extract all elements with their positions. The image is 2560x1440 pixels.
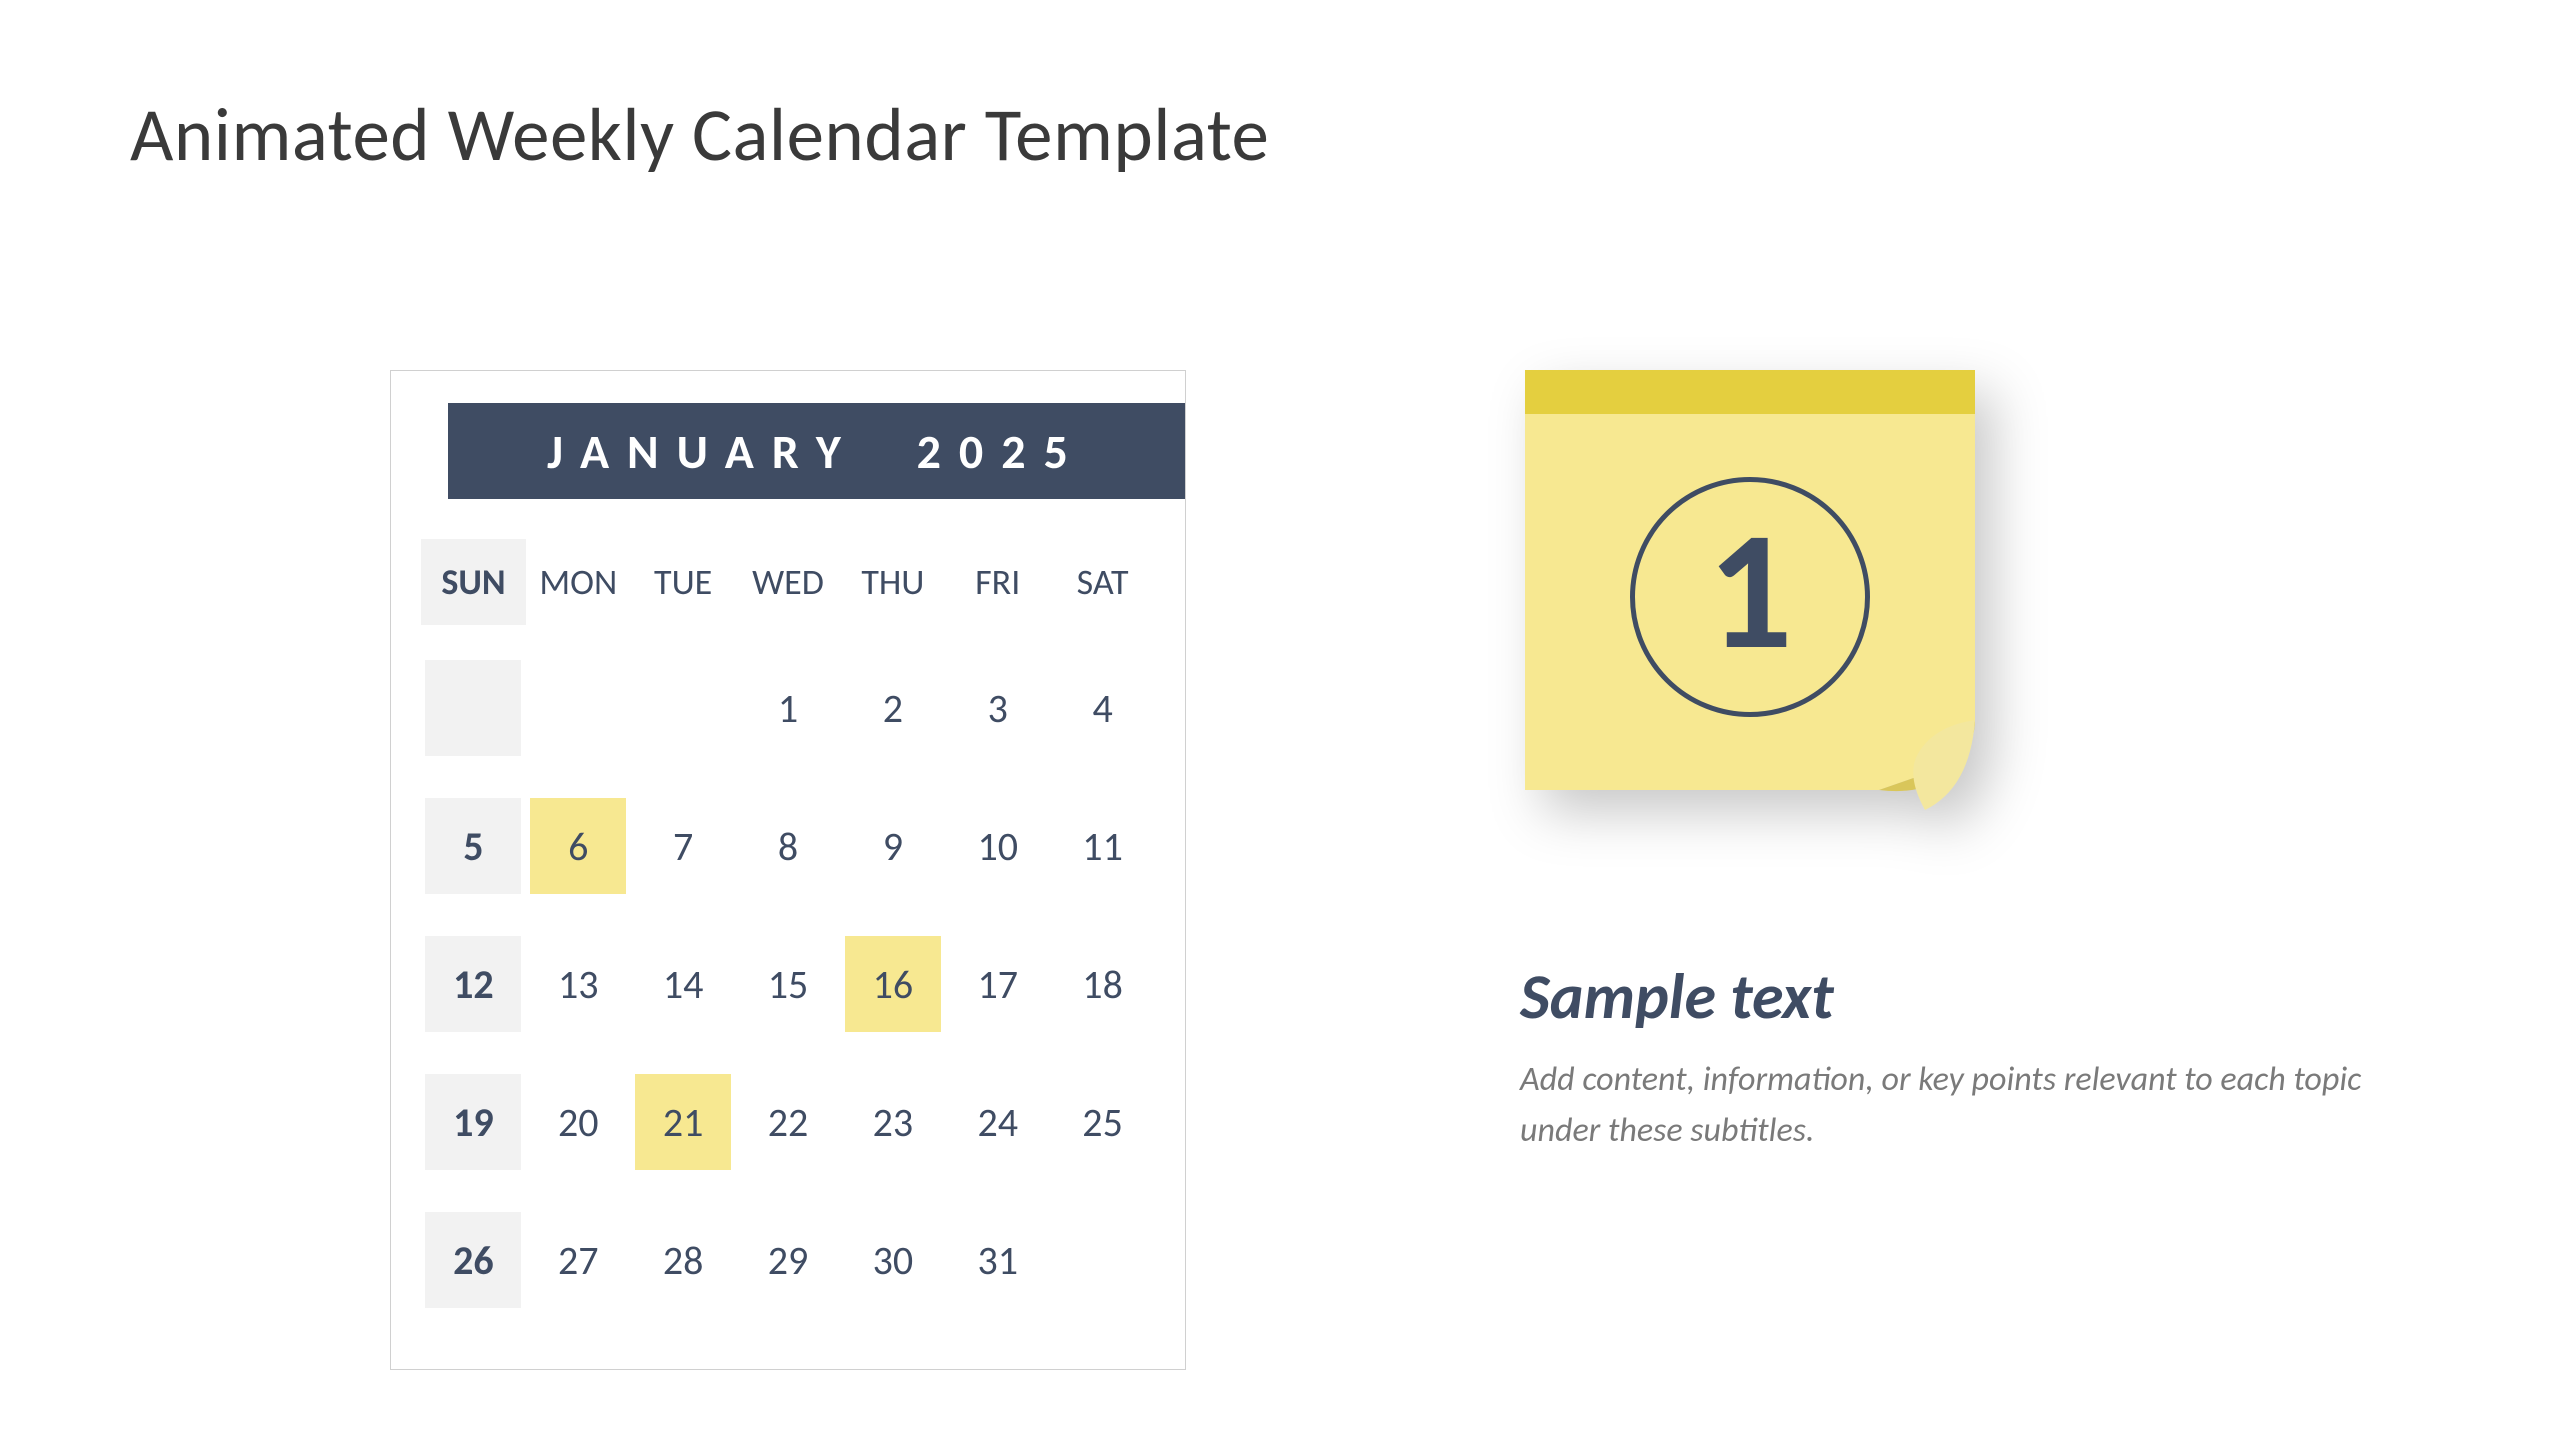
day-number: 30 xyxy=(845,1212,941,1308)
dow-wed: WED xyxy=(736,539,841,625)
day-cell: 11 xyxy=(1050,798,1155,894)
day-cell: 17 xyxy=(945,936,1050,1032)
day-number xyxy=(425,660,521,756)
calendar-week-row: 12 13 14 15 16 17 18 xyxy=(421,915,1155,1053)
day-number: 13 xyxy=(530,936,626,1032)
day-cell xyxy=(1050,1212,1155,1308)
day-cell-highlighted: 21 xyxy=(631,1074,736,1170)
day-number: 6 xyxy=(530,798,626,894)
day-number xyxy=(1055,1212,1151,1308)
sticky-description: Add content, information, or key points … xyxy=(1520,1054,2420,1156)
calendar-card: JANUARY 2025 SUN MON TUE WED THU FRI SAT xyxy=(390,370,1186,1370)
day-cell xyxy=(631,660,736,756)
day-number: 25 xyxy=(1055,1074,1151,1170)
day-number: 11 xyxy=(1055,798,1151,894)
dow-mon: MON xyxy=(526,539,631,625)
day-cell: 31 xyxy=(945,1212,1050,1308)
day-cell: 26 xyxy=(421,1212,526,1308)
calendar-week-row: 5 6 7 8 9 10 11 xyxy=(421,777,1155,915)
day-number: 10 xyxy=(950,798,1046,894)
day-cell: 9 xyxy=(840,798,945,894)
slide-title: Animated Weekly Calendar Template xyxy=(130,90,1269,181)
calendar-year: 2025 xyxy=(917,422,1086,481)
sticky-heading: Sample text xyxy=(1520,958,1834,1036)
day-cell: 18 xyxy=(1050,936,1155,1032)
calendar-month-name: JANUARY xyxy=(547,422,859,481)
day-number: 31 xyxy=(950,1212,1046,1308)
day-cell: 8 xyxy=(736,798,841,894)
day-number: 17 xyxy=(950,936,1046,1032)
day-number xyxy=(530,660,626,756)
day-cell: 25 xyxy=(1050,1074,1155,1170)
day-cell: 20 xyxy=(526,1074,631,1170)
calendar-month-banner: JANUARY 2025 xyxy=(448,403,1185,499)
day-cell: 10 xyxy=(945,798,1050,894)
day-number: 16 xyxy=(845,936,941,1032)
day-number: 14 xyxy=(635,936,731,1032)
calendar-dow-row: SUN MON TUE WED THU FRI SAT xyxy=(421,539,1155,625)
calendar-week-row: 26 27 28 29 30 31 xyxy=(421,1191,1155,1329)
sticky-note-icon xyxy=(1525,370,1975,830)
dow-thu: THU xyxy=(840,539,945,625)
day-number: 28 xyxy=(635,1212,731,1308)
day-number: 8 xyxy=(740,798,836,894)
calendar-month-label: JANUARY 2025 xyxy=(547,422,1086,481)
day-cell: 1 xyxy=(736,660,841,756)
day-number: 15 xyxy=(740,936,836,1032)
day-cell: 30 xyxy=(840,1212,945,1308)
day-cell: 2 xyxy=(840,660,945,756)
day-cell: 24 xyxy=(945,1074,1050,1170)
day-number: 19 xyxy=(425,1074,521,1170)
day-number: 3 xyxy=(950,660,1046,756)
day-number: 9 xyxy=(845,798,941,894)
day-cell: 4 xyxy=(1050,660,1155,756)
day-number: 4 xyxy=(1055,660,1151,756)
day-cell: 27 xyxy=(526,1212,631,1308)
calendar-week-row: 19 20 21 22 23 24 25 xyxy=(421,1053,1155,1191)
day-cell: 12 xyxy=(421,936,526,1032)
day-cell: 28 xyxy=(631,1212,736,1308)
day-cell: 23 xyxy=(840,1074,945,1170)
dow-sat: SAT xyxy=(1050,539,1155,625)
day-cell: 3 xyxy=(945,660,1050,756)
day-cell: 13 xyxy=(526,936,631,1032)
dow-sun: SUN xyxy=(421,539,526,625)
day-cell-highlighted: 6 xyxy=(526,798,631,894)
day-cell: 7 xyxy=(631,798,736,894)
day-cell: 22 xyxy=(736,1074,841,1170)
day-number: 29 xyxy=(740,1212,836,1308)
day-number: 26 xyxy=(425,1212,521,1308)
day-cell-highlighted: 16 xyxy=(840,936,945,1032)
dow-tue: TUE xyxy=(631,539,736,625)
day-number: 12 xyxy=(425,936,521,1032)
day-number: 27 xyxy=(530,1212,626,1308)
day-number: 21 xyxy=(635,1074,731,1170)
day-number xyxy=(635,660,731,756)
day-cell: 5 xyxy=(421,798,526,894)
day-number: 7 xyxy=(635,798,731,894)
day-cell: 19 xyxy=(421,1074,526,1170)
day-cell: 14 xyxy=(631,936,736,1032)
day-number: 24 xyxy=(950,1074,1046,1170)
dow-fri: FRI xyxy=(945,539,1050,625)
day-cell: 15 xyxy=(736,936,841,1032)
day-number: 20 xyxy=(530,1074,626,1170)
day-cell: 29 xyxy=(736,1212,841,1308)
calendar-week-row: 1 2 3 4 xyxy=(421,639,1155,777)
day-number: 22 xyxy=(740,1074,836,1170)
day-number: 2 xyxy=(845,660,941,756)
day-number: 18 xyxy=(1055,936,1151,1032)
sticky-note: 1 xyxy=(1525,370,1975,830)
day-number: 1 xyxy=(740,660,836,756)
calendar-weeks: 1 2 3 4 5 6 7 8 9 10 11 12 xyxy=(421,639,1155,1329)
day-number: 5 xyxy=(425,798,521,894)
day-cell xyxy=(526,660,631,756)
calendar-body: SUN MON TUE WED THU FRI SAT 1 2 3 4 xyxy=(421,539,1155,1329)
slide: Animated Weekly Calendar Template JANUAR… xyxy=(0,0,2560,1440)
day-number: 23 xyxy=(845,1074,941,1170)
day-cell xyxy=(421,660,526,756)
